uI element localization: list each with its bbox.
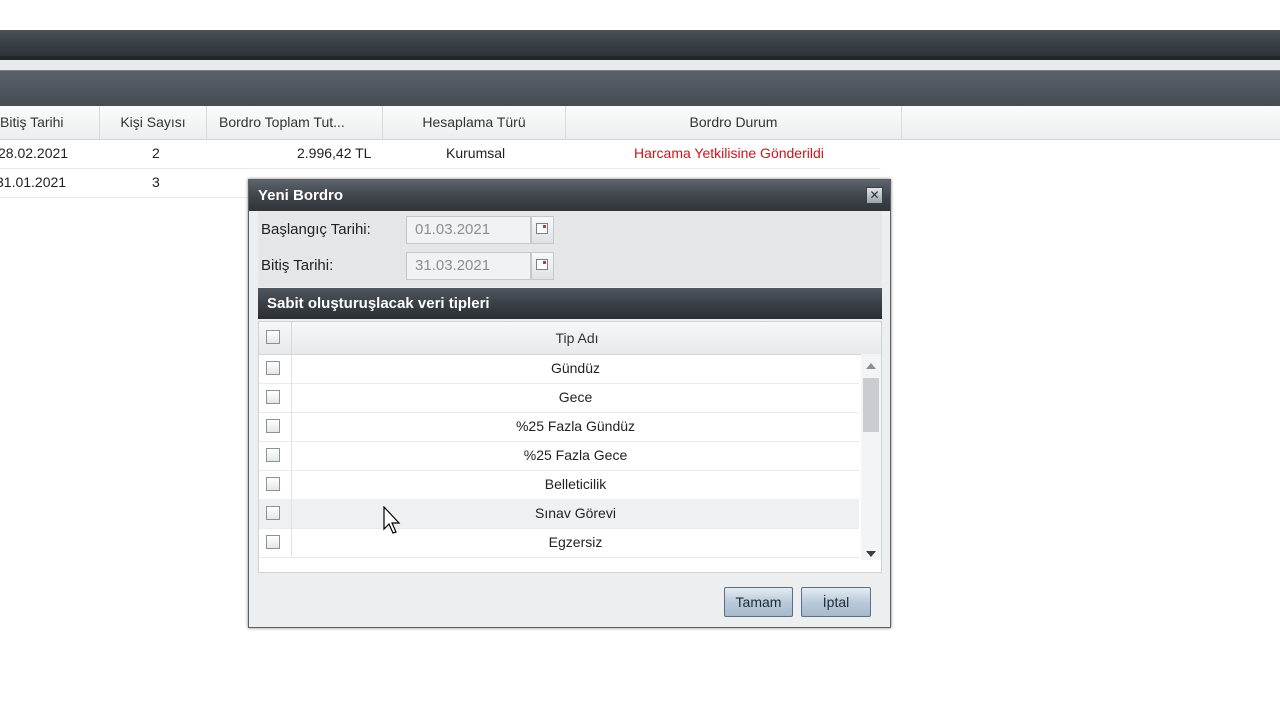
item-checkbox[interactable] <box>266 506 280 520</box>
item-checkbox[interactable] <box>266 419 280 433</box>
list-item[interactable]: Egzersiz <box>259 528 859 558</box>
item-label: Sınav Görevi <box>535 505 616 521</box>
list-item[interactable]: Sınav Görevi <box>259 499 859 529</box>
data-type-list: Tip Adı Gündüz Gece %25 Fazla Gündüz %25… <box>258 321 882 573</box>
list-scrollbar[interactable] <box>861 354 881 560</box>
cell-durum: Harcama Yetkilisine Gönderildi <box>634 145 824 161</box>
item-label: %25 Fazla Gündüz <box>515 418 636 434</box>
panel-toolbar <box>0 70 1280 107</box>
col-kisi-sayisi[interactable]: Kişi Sayısı <box>100 106 207 139</box>
section-header: Sabit oluşturuşlacak veri tipleri <box>258 288 882 319</box>
col-tip-adi[interactable]: Tip Adı <box>292 322 862 354</box>
list-item[interactable]: %25 Fazla Gündüz <box>259 412 859 442</box>
item-checkbox[interactable] <box>266 390 280 404</box>
cancel-button[interactable]: İptal <box>801 587 871 617</box>
item-checkbox[interactable] <box>266 361 280 375</box>
item-label: Gece <box>558 389 593 405</box>
new-payroll-dialog: Yeni Bordro ✕ Başlangıç Tarihi: 01.03.20… <box>248 179 891 628</box>
list-item[interactable]: %25 Fazla Gece <box>259 441 859 471</box>
select-all-cell <box>259 322 292 354</box>
cell-kisi: 2 <box>152 145 160 161</box>
item-label: %25 Fazla Gece <box>523 447 628 463</box>
app-top-area <box>0 0 1280 31</box>
col-bordro-durum[interactable]: Bordro Durum <box>566 106 902 139</box>
list-header: Tip Adı <box>259 322 881 355</box>
col-bordro-toplam[interactable]: Bordro Toplam Tut... <box>207 106 383 139</box>
item-label: Gündüz <box>550 360 601 376</box>
calendar-icon[interactable] <box>531 216 554 244</box>
item-checkbox[interactable] <box>266 477 280 491</box>
item-label: Belleticilik <box>544 476 607 492</box>
start-date-field[interactable]: 01.03.2021 <box>406 216 531 244</box>
scroll-up-icon[interactable] <box>866 363 876 369</box>
list-item[interactable]: Gece <box>259 383 859 413</box>
app-header-bar <box>0 30 1280 60</box>
list-item[interactable]: Belleticilik <box>259 470 859 500</box>
col-hesaplama-turu[interactable]: Hesaplama Türü <box>383 106 566 139</box>
grid-header: Bitiş Tarihi Kişi Sayısı Bordro Toplam T… <box>0 106 1280 140</box>
end-date-label: Bitiş Tarihi: <box>261 257 334 274</box>
select-all-checkbox[interactable] <box>266 330 280 344</box>
header-gap <box>0 60 1280 70</box>
start-date-label: Başlangıç Tarihi: <box>261 221 371 238</box>
scroll-thumb[interactable] <box>863 378 879 432</box>
cell-bitis: 31.01.2021 <box>0 174 67 190</box>
date-form: Başlangıç Tarihi: 01.03.2021 Bitiş Tarih… <box>258 211 882 287</box>
list-item[interactable]: Gündüz <box>259 354 859 384</box>
cell-tutar: 2.996,42 TL <box>297 145 372 161</box>
item-checkbox[interactable] <box>266 535 280 549</box>
ok-button[interactable]: Tamam <box>724 587 793 617</box>
table-row[interactable]: 28.02.2021 2 2.996,42 TL Kurumsal Harcam… <box>0 139 880 169</box>
item-checkbox[interactable] <box>266 448 280 462</box>
scroll-down-icon[interactable] <box>866 551 876 557</box>
cell-kisi: 3 <box>152 174 160 190</box>
dialog-title[interactable]: Yeni Bordro <box>249 180 890 211</box>
cell-tur: Kurumsal <box>446 145 506 161</box>
item-label: Egzersiz <box>548 534 603 550</box>
cell-bitis: 28.02.2021 <box>0 145 69 161</box>
end-date-field[interactable]: 31.03.2021 <box>406 252 531 280</box>
col-bitis-tarihi[interactable]: Bitiş Tarihi <box>0 106 100 139</box>
close-icon[interactable]: ✕ <box>866 187 883 204</box>
calendar-icon[interactable] <box>531 252 554 280</box>
